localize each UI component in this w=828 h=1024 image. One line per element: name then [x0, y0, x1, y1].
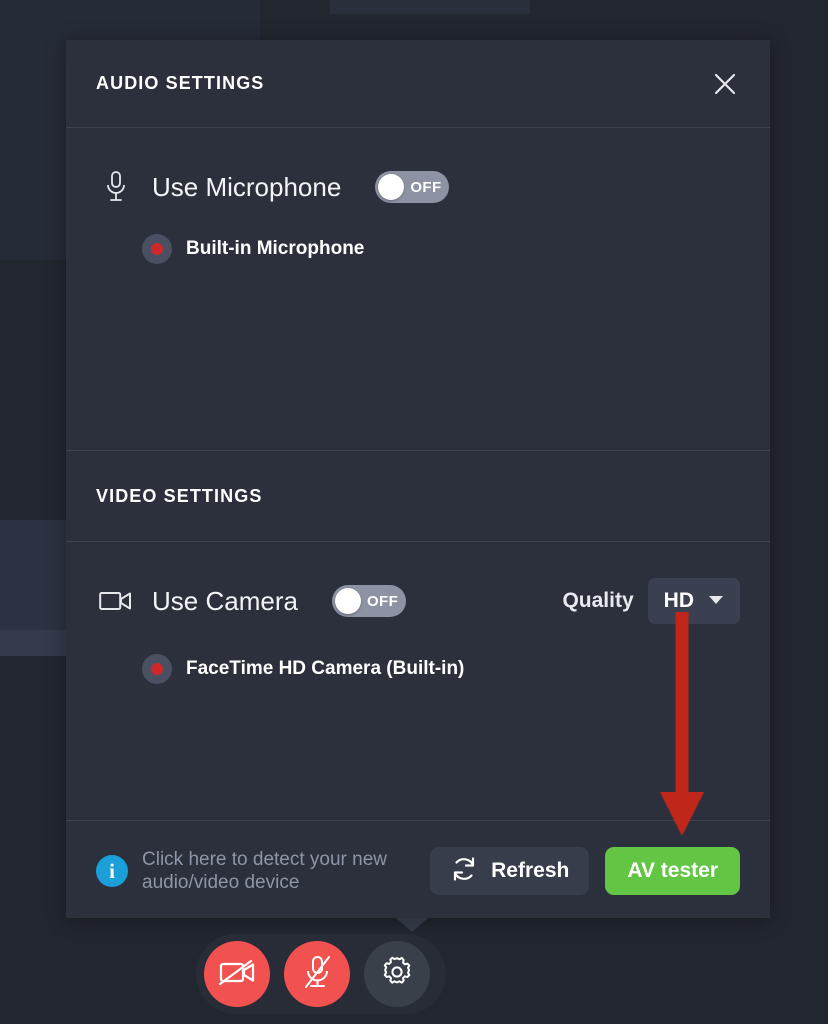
radio-selected-icon[interactable]	[142, 654, 172, 684]
radio-selected-icon[interactable]	[142, 234, 172, 264]
panel-footer: i Click here to detect your new audio/vi…	[66, 821, 770, 921]
camera-toggle[interactable]: OFF	[331, 585, 406, 617]
refresh-icon	[450, 855, 478, 888]
microphone-icon	[96, 170, 136, 204]
video-camera-icon	[96, 589, 136, 613]
microphone-row: Use Microphone OFF	[96, 170, 740, 204]
microphone-off-icon	[302, 954, 332, 995]
mic-off-button[interactable]	[284, 941, 350, 1007]
hint-line-2: audio/video device	[142, 872, 300, 893]
call-controls-bar	[0, 918, 828, 1024]
camera-device-option[interactable]: FaceTime HD Camera (Built-in)	[96, 654, 740, 684]
quality-control: Quality HD	[562, 578, 740, 624]
refresh-button[interactable]: Refresh	[430, 847, 590, 895]
quality-value: HD	[663, 589, 694, 612]
settings-button[interactable]	[364, 941, 430, 1007]
video-camera-off-icon	[218, 957, 256, 992]
radio-dot	[151, 243, 163, 255]
radio-dot	[151, 663, 163, 675]
video-section-title: VIDEO SETTINGS	[96, 485, 263, 506]
camera-row: Use Camera OFF Quality HD	[96, 578, 740, 624]
chevron-down-icon	[708, 592, 724, 610]
panel-pointer	[396, 918, 428, 932]
audio-settings-section: Use Microphone OFF Built-in Microphone	[66, 128, 770, 450]
camera-device-label: FaceTime HD Camera (Built-in)	[186, 658, 465, 679]
close-button[interactable]	[708, 67, 742, 101]
screen: AUDIO SETTINGS Use Microphone OFF Built-…	[0, 0, 828, 1024]
av-tester-label: AV tester	[627, 859, 718, 882]
background-decoration	[0, 520, 70, 640]
toggle-knob	[334, 588, 361, 614]
microphone-device-label: Built-in Microphone	[186, 238, 365, 259]
use-microphone-label: Use Microphone	[152, 171, 342, 202]
gear-icon	[380, 955, 414, 994]
microphone-device-option[interactable]: Built-in Microphone	[96, 234, 740, 264]
close-icon	[712, 71, 738, 97]
audio-section-title: AUDIO SETTINGS	[96, 73, 265, 93]
av-settings-panel: AUDIO SETTINGS Use Microphone OFF Built-…	[66, 40, 770, 918]
background-decoration	[330, 0, 530, 14]
quality-label: Quality	[562, 589, 634, 612]
hint-text: Click here to detect your new audio/vide…	[142, 848, 387, 894]
microphone-toggle-state: OFF	[410, 178, 442, 196]
camera-off-button[interactable]	[204, 941, 270, 1007]
microphone-toggle[interactable]: OFF	[375, 171, 450, 203]
av-tester-button[interactable]: AV tester	[605, 847, 740, 895]
detect-device-hint[interactable]: i Click here to detect your new audio/vi…	[96, 848, 387, 894]
info-icon: i	[96, 855, 128, 887]
video-settings-section: Use Camera OFF Quality HD FaceTime HD Ca…	[66, 542, 770, 820]
hint-line-1: Click here to detect your new	[142, 849, 388, 870]
call-controls-group	[196, 934, 446, 1014]
quality-select[interactable]: HD	[647, 578, 740, 624]
use-camera-label: Use Camera	[152, 585, 298, 616]
audio-settings-header: AUDIO SETTINGS	[66, 40, 770, 128]
video-settings-header: VIDEO SETTINGS	[66, 451, 770, 541]
camera-toggle-state: OFF	[366, 592, 399, 610]
refresh-label: Refresh	[491, 859, 570, 882]
toggle-knob	[378, 174, 405, 200]
